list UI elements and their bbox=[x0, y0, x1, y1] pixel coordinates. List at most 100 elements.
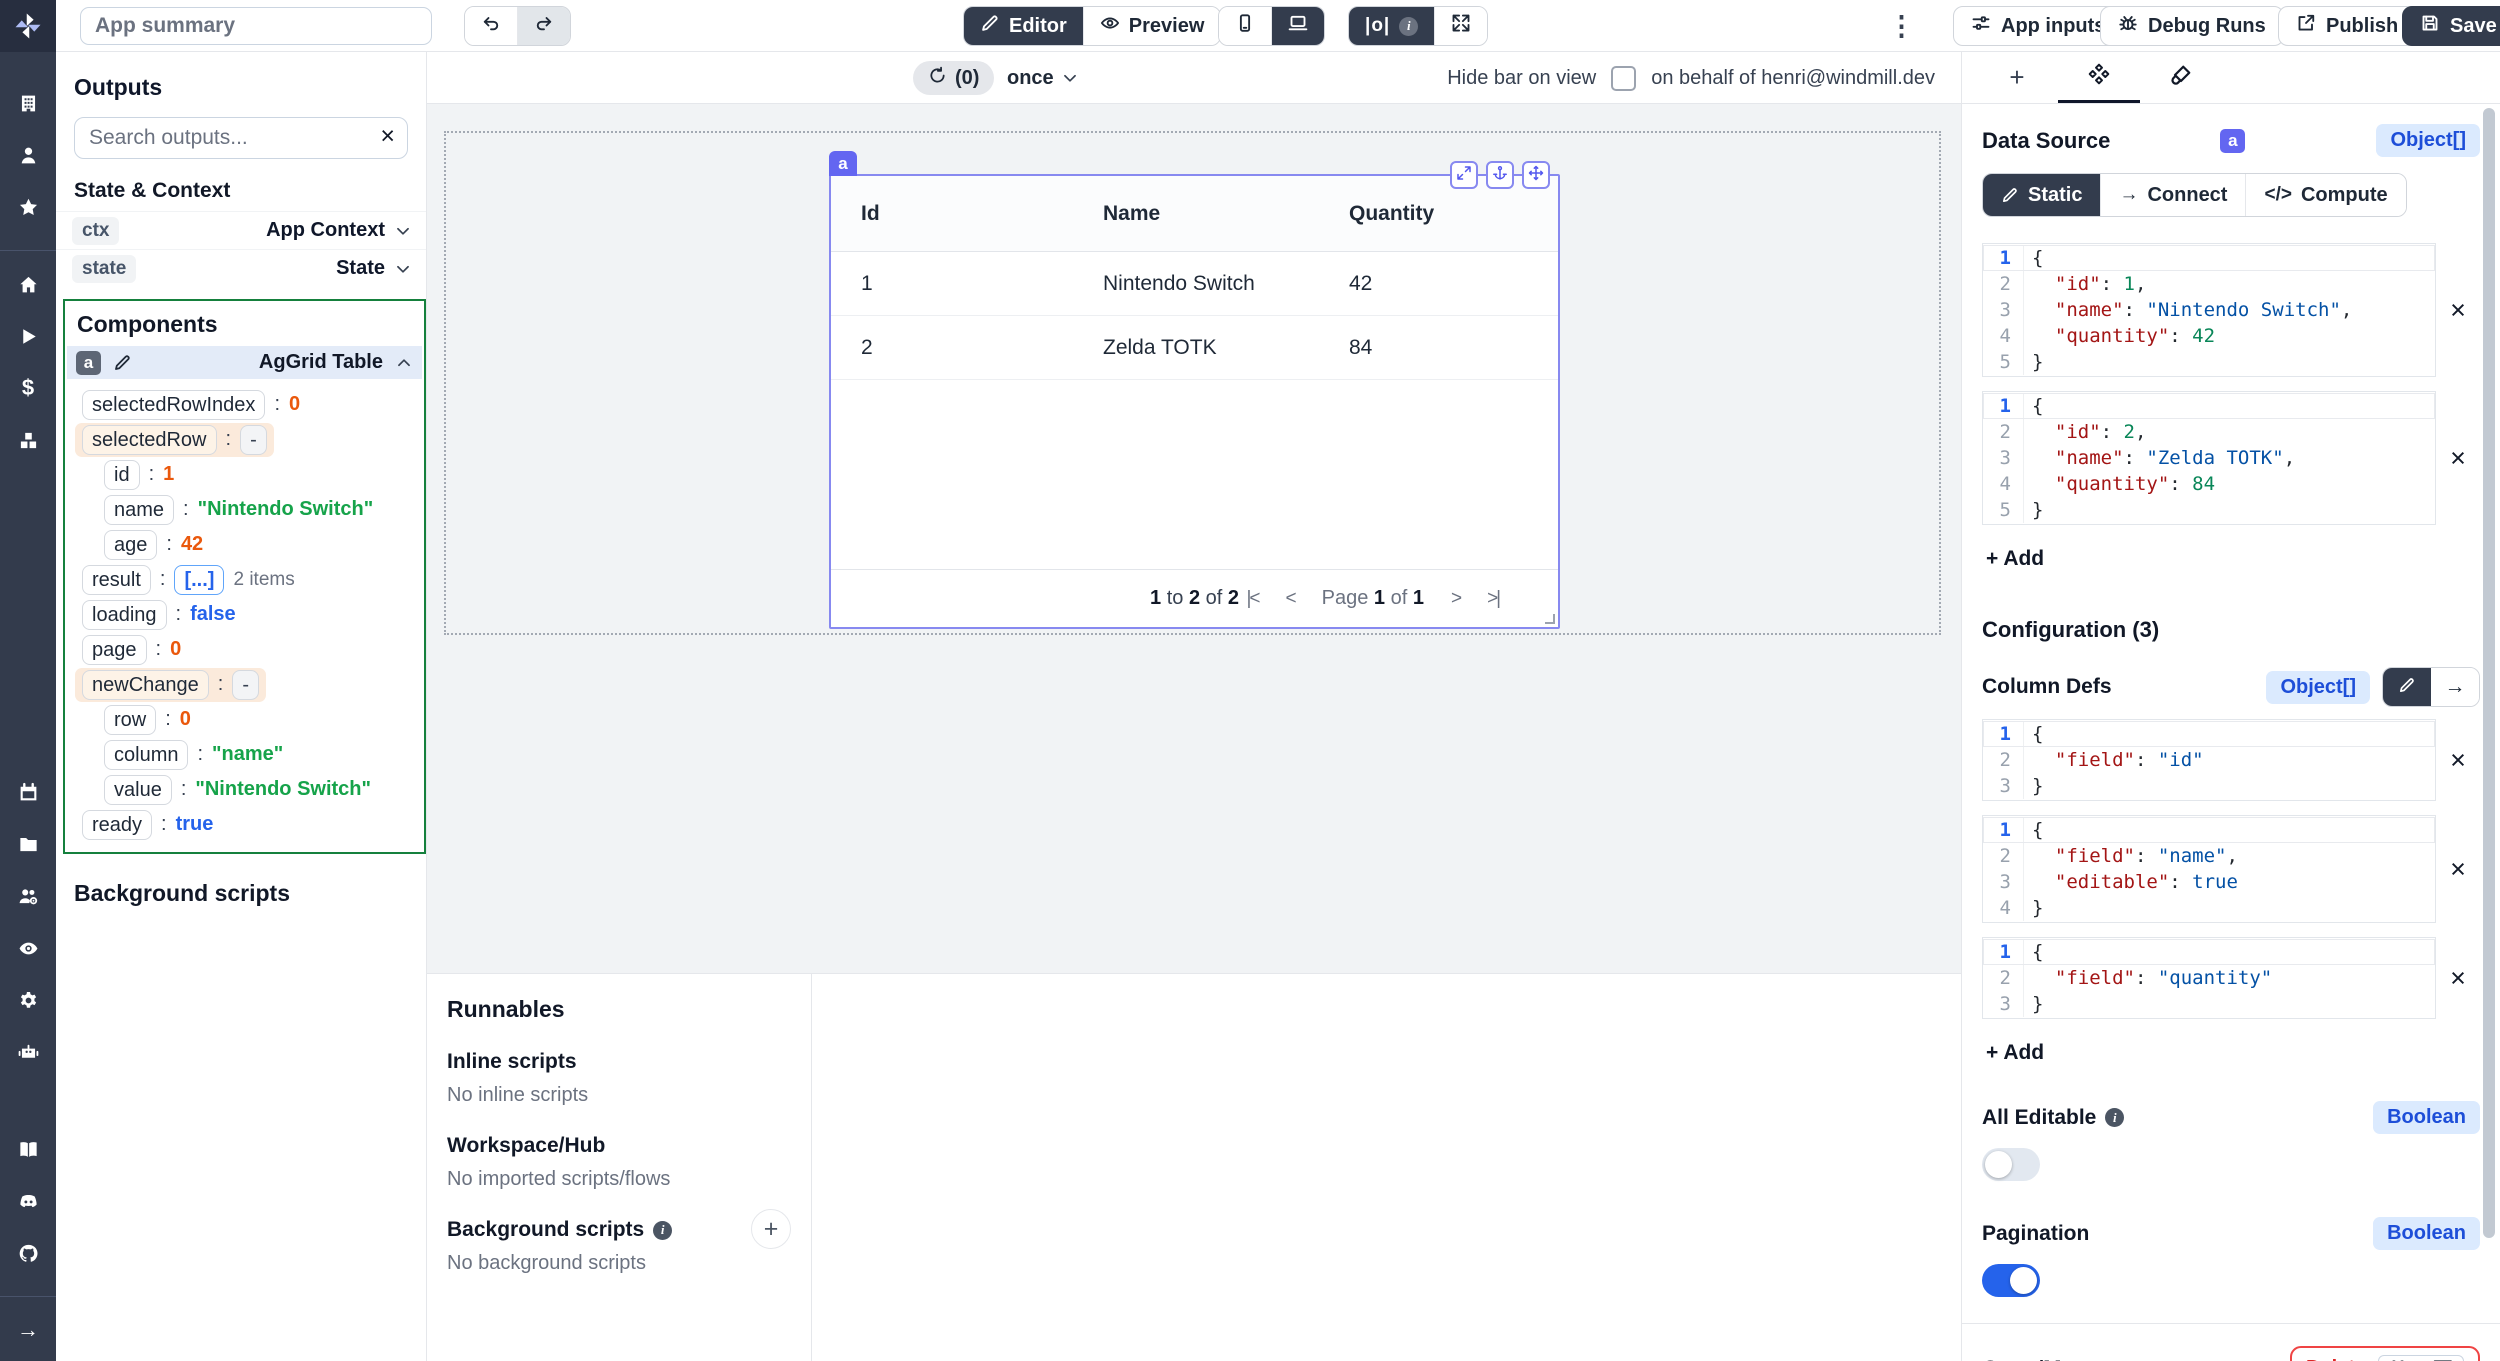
output-key[interactable]: column bbox=[104, 740, 188, 770]
remove-item-button[interactable]: × bbox=[2436, 745, 2480, 776]
more-menu-button[interactable]: ⋮ bbox=[1888, 6, 1915, 46]
column-header[interactable]: Name bbox=[1103, 202, 1349, 226]
output-row-row[interactable]: row:0 bbox=[75, 702, 414, 737]
prev-page-button[interactable]: < bbox=[1286, 588, 1295, 610]
add-column-def-button[interactable]: + Add bbox=[1982, 1041, 2044, 1065]
play-icon[interactable] bbox=[15, 325, 41, 347]
data-source-tab-static[interactable]: Static bbox=[1983, 174, 2100, 216]
code-editor[interactable]: 1{2 "id": 2,3 "name": "Zelda TOTK",4 "qu… bbox=[1982, 391, 2436, 525]
remove-item-button[interactable]: × bbox=[2436, 963, 2480, 994]
table-cell[interactable]: 84 bbox=[1349, 336, 1558, 360]
save-button[interactable]: Save bbox=[2402, 6, 2500, 46]
component-id-tab[interactable]: a bbox=[829, 151, 857, 176]
chevron-up-icon[interactable] bbox=[395, 354, 413, 372]
building-icon[interactable] bbox=[15, 92, 41, 114]
state-context-row-state[interactable]: stateState bbox=[56, 249, 426, 287]
tab-insert-component[interactable]: + bbox=[1976, 52, 2058, 103]
output-row-age[interactable]: age:42 bbox=[75, 527, 414, 562]
connect-mode-button[interactable]: → bbox=[2431, 668, 2479, 706]
tab-editor[interactable]: Editor bbox=[964, 7, 1083, 45]
code-editor[interactable]: 1{2 "field": "name",3 "editable": true4} bbox=[1982, 815, 2436, 923]
output-row-result[interactable]: result:[...]2 items bbox=[75, 562, 414, 597]
undo-button[interactable] bbox=[465, 7, 517, 45]
app-inputs-button[interactable]: App inputs bbox=[1953, 6, 2123, 46]
first-page-button[interactable]: |< bbox=[1247, 588, 1259, 610]
hide-bar-checkbox[interactable] bbox=[1611, 66, 1636, 91]
tab-component-settings[interactable] bbox=[2058, 52, 2140, 103]
output-key[interactable]: selectedRowIndex bbox=[82, 390, 265, 420]
output-row-newChange[interactable]: newChange:- bbox=[75, 667, 414, 702]
app-canvas[interactable]: a IdNameQuantity 1Nintendo Switch422Zeld… bbox=[427, 104, 1961, 973]
output-key[interactable]: row bbox=[104, 705, 156, 735]
table-row[interactable]: 2Zelda TOTK84 bbox=[831, 316, 1558, 380]
aggrid-table-component[interactable]: a IdNameQuantity 1Nintendo Switch422Zeld… bbox=[829, 174, 1560, 629]
output-key[interactable]: newChange bbox=[82, 670, 209, 700]
boolean-badge[interactable]: Boolean bbox=[2373, 1101, 2480, 1134]
tab-styling[interactable] bbox=[2140, 52, 2222, 103]
pencil-icon[interactable] bbox=[113, 353, 132, 372]
redo-button[interactable] bbox=[517, 7, 570, 45]
component-header-row[interactable]: a AgGrid Table bbox=[67, 346, 422, 379]
app-summary-input[interactable] bbox=[80, 7, 432, 45]
output-row-loading[interactable]: loading:false bbox=[75, 597, 414, 632]
pagination-toggle[interactable] bbox=[1982, 1264, 2040, 1297]
output-key[interactable]: loading bbox=[82, 600, 167, 630]
move-component-button[interactable] bbox=[1522, 161, 1550, 189]
resize-handle[interactable] bbox=[1545, 614, 1555, 624]
publish-button[interactable]: Publish bbox=[2278, 6, 2416, 46]
tab-preview[interactable]: Preview bbox=[1083, 7, 1221, 45]
gear-icon[interactable] bbox=[15, 989, 41, 1011]
boolean-badge[interactable]: Boolean bbox=[2373, 1217, 2480, 1250]
clear-search-icon[interactable]: × bbox=[380, 122, 395, 151]
table-cell[interactable]: 42 bbox=[1349, 272, 1558, 296]
output-row-column[interactable]: column:"name" bbox=[75, 737, 414, 772]
type-badge[interactable]: Object[] bbox=[2266, 671, 2370, 704]
output-key[interactable]: age bbox=[104, 530, 157, 560]
output-row-selectedRow[interactable]: selectedRow:- bbox=[75, 422, 414, 457]
book-icon[interactable] bbox=[15, 1138, 41, 1160]
delete-component-button[interactable]: Delete ⌘ + ⌫ bbox=[2290, 1346, 2480, 1361]
eye-icon[interactable] bbox=[15, 937, 41, 959]
table-cell[interactable]: 2 bbox=[861, 336, 1103, 360]
output-key[interactable]: result bbox=[82, 565, 151, 595]
output-key[interactable]: ready bbox=[82, 810, 152, 840]
windmill-logo[interactable] bbox=[0, 0, 56, 52]
github-icon[interactable] bbox=[15, 1242, 41, 1264]
code-editor[interactable]: 1{2 "field": "id"3} bbox=[1982, 719, 2436, 801]
code-editor[interactable]: 1{2 "field": "quantity"3} bbox=[1982, 937, 2436, 1019]
dollar-icon[interactable]: $ bbox=[15, 377, 41, 399]
type-badge[interactable]: Object[] bbox=[2376, 124, 2480, 157]
refresh-policy-dropdown[interactable]: once bbox=[1007, 52, 1079, 104]
remove-item-button[interactable]: × bbox=[2436, 295, 2480, 326]
star-icon[interactable] bbox=[15, 196, 41, 218]
output-row-value[interactable]: value:"Nintendo Switch" bbox=[75, 772, 414, 807]
hide-schema-explorer-button[interactable]: |o|i bbox=[1349, 7, 1434, 45]
users-gear-icon[interactable] bbox=[15, 885, 41, 907]
mobile-view-button[interactable] bbox=[1219, 7, 1271, 45]
calendar-icon[interactable] bbox=[15, 781, 41, 803]
desktop-view-button[interactable] bbox=[1271, 7, 1324, 45]
code-editor[interactable]: 1{2 "id": 1,3 "name": "Nintendo Switch",… bbox=[1982, 243, 2436, 377]
user-icon[interactable] bbox=[15, 144, 41, 166]
all-editable-toggle[interactable] bbox=[1982, 1148, 2040, 1181]
output-row-page[interactable]: page:0 bbox=[75, 632, 414, 667]
search-outputs-input[interactable] bbox=[74, 117, 408, 159]
expand-component-button[interactable] bbox=[1450, 161, 1478, 189]
table-cell[interactable]: Nintendo Switch bbox=[1103, 272, 1349, 296]
output-row-id[interactable]: id:1 bbox=[75, 457, 414, 492]
remove-item-button[interactable]: × bbox=[2436, 443, 2480, 474]
table-cell[interactable]: Zelda TOTK bbox=[1103, 336, 1349, 360]
output-row-ready[interactable]: ready:true bbox=[75, 807, 414, 842]
anchor-component-button[interactable] bbox=[1486, 161, 1514, 189]
table-row[interactable]: 1Nintendo Switch42 bbox=[831, 252, 1558, 316]
table-cell[interactable]: 1 bbox=[861, 272, 1103, 296]
output-row-selectedRowIndex[interactable]: selectedRowIndex:0 bbox=[75, 387, 414, 422]
last-page-button[interactable]: >| bbox=[1487, 588, 1499, 610]
output-key[interactable]: selectedRow bbox=[82, 425, 217, 455]
folder-icon[interactable] bbox=[15, 833, 41, 855]
home-icon[interactable] bbox=[15, 273, 41, 295]
fullscreen-button[interactable] bbox=[1434, 7, 1487, 45]
edit-mode-button[interactable] bbox=[2383, 668, 2431, 706]
column-header[interactable]: Id bbox=[861, 202, 1103, 226]
remove-item-button[interactable]: × bbox=[2436, 854, 2480, 885]
